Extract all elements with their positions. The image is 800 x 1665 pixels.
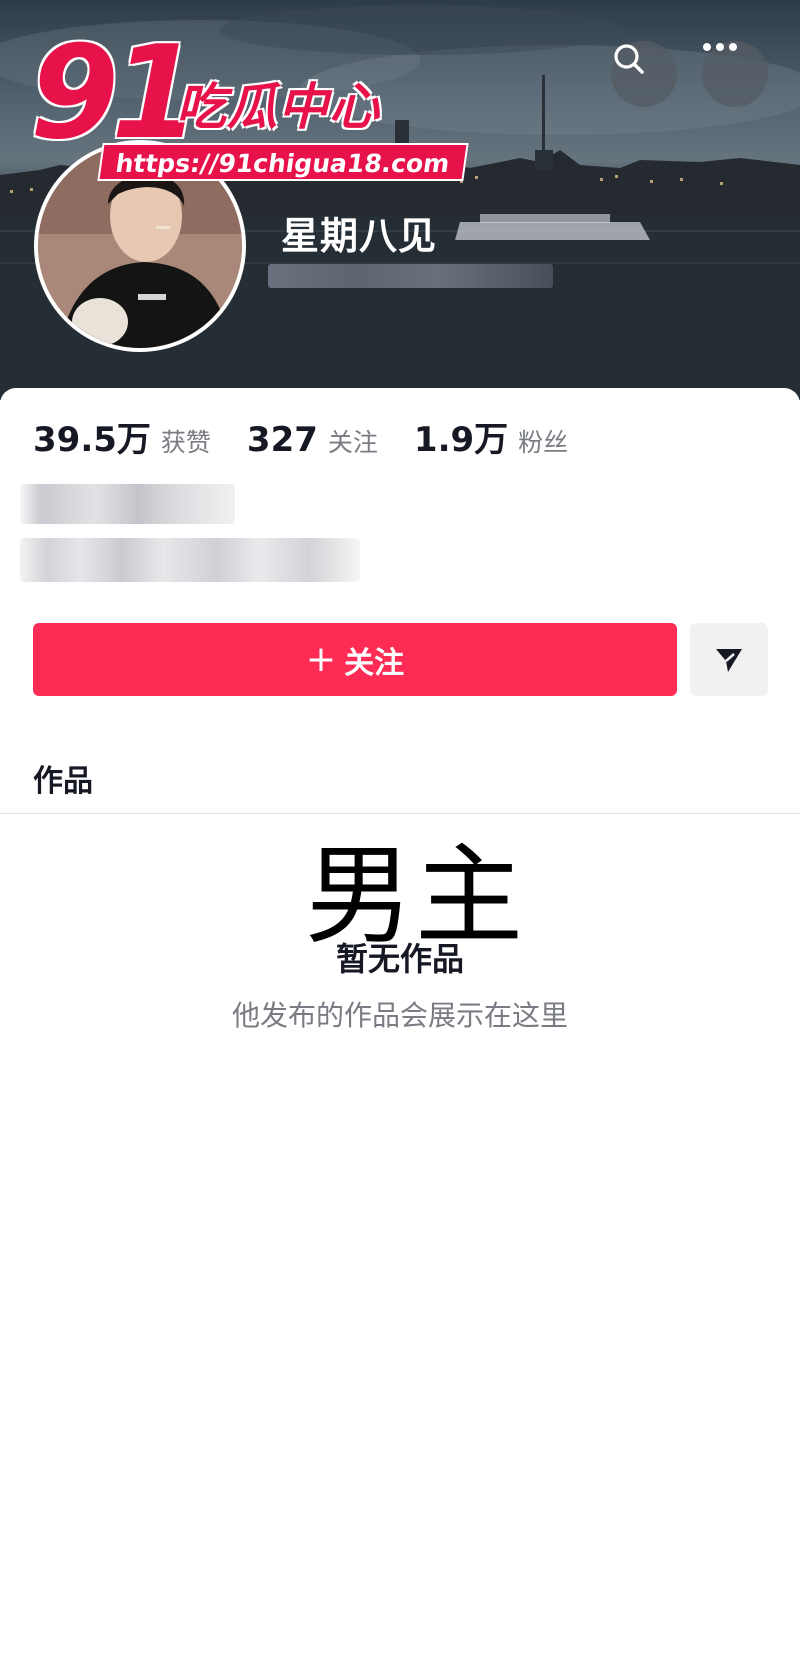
profile-card: 39.5万 获赞 327 关注 1.9万 粉丝 + 关注 作品 男主 暂无作品 … [0, 388, 800, 1665]
profile-stats: 39.5万 获赞 327 关注 1.9万 粉丝 [33, 412, 604, 461]
tab-works[interactable]: 作品 [33, 756, 93, 800]
more-button[interactable] [702, 41, 768, 107]
following-label[interactable]: 关注 [328, 423, 378, 459]
watermark-chinese: 吃瓜中心 [176, 78, 380, 136]
likes-label[interactable]: 获赞 [161, 423, 211, 459]
empty-state-title: 暂无作品 [335, 940, 464, 978]
followers-label[interactable]: 粉丝 [518, 423, 568, 459]
blurred-user-id [268, 264, 553, 288]
follow-button[interactable]: + 关注 [33, 623, 677, 696]
blurred-bio-line-2 [20, 538, 360, 582]
search-button[interactable] [611, 41, 677, 107]
likes-count[interactable]: 39.5万 [33, 412, 151, 461]
follow-label: 关注 [344, 645, 405, 681]
send-icon [716, 648, 742, 672]
profile-cover: 星期八见 91 吃瓜中心 https://91chigua18.com [0, 0, 800, 400]
blurred-bio-line-1 [20, 484, 235, 524]
followers-count[interactable]: 1.9万 [414, 412, 508, 461]
more-icon [703, 43, 737, 51]
watermark-url: https://91chigua18.com [97, 143, 469, 181]
following-count[interactable]: 327 [247, 420, 318, 460]
message-button[interactable] [690, 623, 768, 696]
tab-divider [0, 813, 800, 814]
watermark-number: 91 [30, 19, 200, 168]
search-icon [614, 44, 644, 74]
empty-state-subtitle: 他发布的作品会展示在这里 [231, 999, 568, 1032]
plus-icon: + [305, 638, 337, 680]
profile-username: 星期八见 [281, 214, 438, 258]
